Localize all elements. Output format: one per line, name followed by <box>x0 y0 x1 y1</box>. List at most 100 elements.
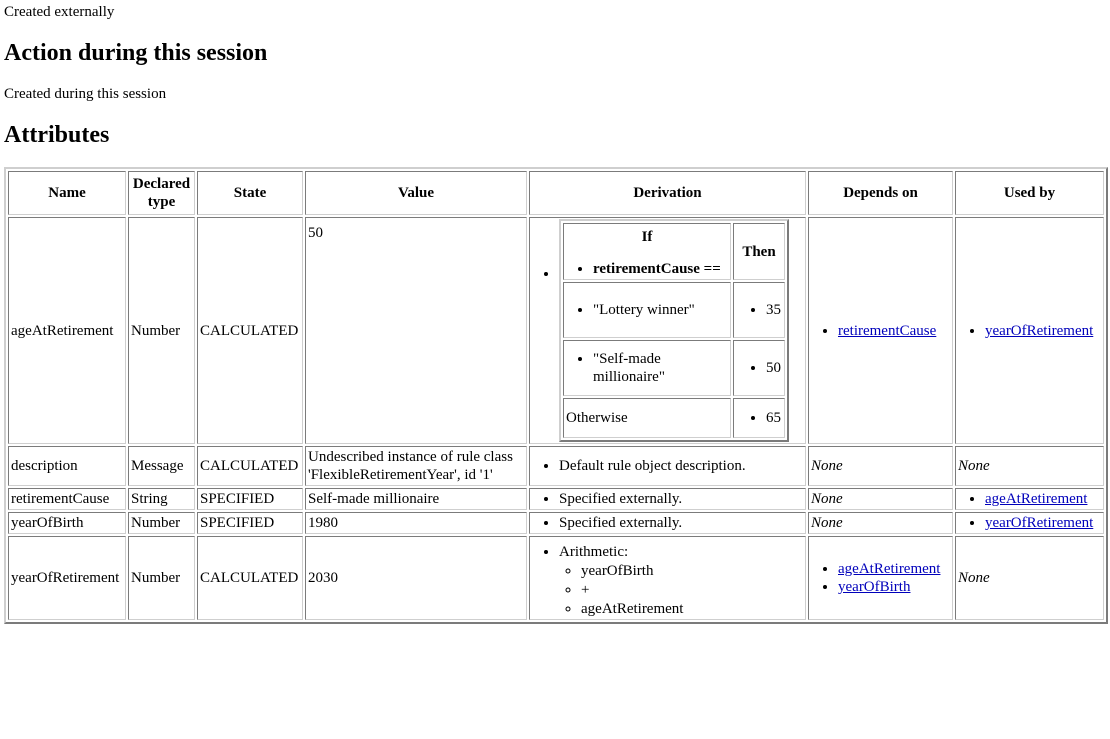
attribute-depends-on: ageAtRetirement yearOfBirth <box>808 536 953 621</box>
if-condition-list: retirementCause == <box>566 260 728 278</box>
depends-on-link[interactable]: yearOfBirth <box>838 579 910 595</box>
attribute-declared-type: Message <box>128 446 195 487</box>
used-by-list: yearOfRetirement <box>958 514 1101 532</box>
decision-table-header-row: If retirementCause == Then <box>563 223 785 281</box>
column-header-derivation: Derivation <box>529 171 806 216</box>
case-then-item: 35 <box>766 301 782 319</box>
table-row: retirementCause String SPECIFIED Self-ma… <box>8 488 1104 511</box>
list-item: ageAtRetirement <box>838 560 950 579</box>
list-item: retirementCause <box>838 322 950 340</box>
attribute-derivation: Specified externally. <box>529 512 806 535</box>
attribute-value: 2030 <box>305 536 527 621</box>
attribute-used-by: None <box>955 446 1104 487</box>
depends-on-link[interactable]: ageAtRetirement <box>838 561 940 577</box>
list-item: yearOfBirth <box>581 562 803 581</box>
then-header: Then <box>733 223 785 281</box>
attribute-depends-on: None <box>808 488 953 511</box>
attribute-used-by: yearOfRetirement <box>955 512 1104 535</box>
used-by-link[interactable]: yearOfRetirement <box>985 323 1093 339</box>
otherwise-then: 65 <box>733 398 785 439</box>
case-then-list: 50 <box>736 359 782 377</box>
attribute-name: retirementCause <box>8 488 126 511</box>
attribute-used-by: None <box>955 536 1104 621</box>
case-then: 35 <box>733 282 785 339</box>
table-row: yearOfRetirement Number CALCULATED 2030 … <box>8 536 1104 621</box>
list-item: ageAtRetirement <box>985 490 1101 508</box>
list-item: Default rule object description. <box>559 457 803 475</box>
if-condition-item: retirementCause == <box>593 260 728 278</box>
attribute-state: CALCULATED <box>197 446 303 487</box>
case-when-list: "Lottery winner" <box>566 301 728 319</box>
attribute-used-by: ageAtRetirement <box>955 488 1104 511</box>
attribute-declared-type: String <box>128 488 195 511</box>
attribute-depends-on: None <box>808 446 953 487</box>
attribute-value: Undescribed instance of rule class 'Flex… <box>305 446 527 487</box>
used-by-link[interactable]: ageAtRetirement <box>985 491 1087 507</box>
decision-table-case-row: "Lottery winner" 35 <box>563 282 785 339</box>
attribute-derivation: Specified externally. <box>529 488 806 511</box>
intro-text: Created externally <box>4 4 115 20</box>
decision-table-item: If retirementCause == Then <box>559 219 803 443</box>
attribute-state: SPECIFIED <box>197 512 303 535</box>
decision-table: If retirementCause == Then <box>559 219 789 443</box>
attribute-name: description <box>8 446 126 487</box>
attribute-derivation: Default rule object description. <box>529 446 806 487</box>
list-item: Arithmetic: yearOfBirth + ageAtRetiremen… <box>559 543 803 618</box>
attribute-name: ageAtRetirement <box>8 217 126 445</box>
column-header-depends-on: Depends on <box>808 171 953 216</box>
case-when-item: "Self-made millionaire" <box>593 350 728 386</box>
column-header-value: Value <box>305 171 527 216</box>
column-header-used-by: Used by <box>955 171 1104 216</box>
list-item: Specified externally. <box>559 490 803 508</box>
attribute-value: 1980 <box>305 512 527 535</box>
list-item: ageAtRetirement <box>581 600 803 619</box>
attribute-value: Self-made millionaire <box>305 488 527 511</box>
attributes-table: Name Declared type State Value Derivatio… <box>4 167 1108 625</box>
arithmetic-terms-list: yearOfBirth + ageAtRetirement <box>559 562 803 618</box>
derivation-list: If retirementCause == Then <box>532 219 803 443</box>
arithmetic-label: Arithmetic: <box>559 544 629 561</box>
depends-on-list: retirementCause <box>811 322 950 340</box>
list-item: yearOfRetirement <box>985 514 1101 532</box>
attribute-used-by: yearOfRetirement <box>955 217 1104 445</box>
decision-table-case-row: "Self-made millionaire" 50 <box>563 340 785 397</box>
derivation-list: Specified externally. <box>532 490 803 508</box>
case-then-list: 35 <box>736 301 782 319</box>
used-by-none: None <box>958 458 990 475</box>
list-item: yearOfBirth <box>838 578 950 597</box>
used-by-link[interactable]: yearOfRetirement <box>985 515 1093 531</box>
attribute-name: yearOfRetirement <box>8 536 126 621</box>
depends-on-none: None <box>811 458 843 475</box>
section-title-action: Action during this session <box>4 40 268 67</box>
column-header-declared-type: Declared type <box>128 171 195 216</box>
case-then: 50 <box>733 340 785 397</box>
attribute-depends-on: None <box>808 512 953 535</box>
if-header: If retirementCause == <box>563 223 731 281</box>
if-condition-text: retirementCause == <box>593 261 721 278</box>
attribute-derivation: If retirementCause == Then <box>529 217 806 445</box>
attribute-state: CALCULATED <box>197 217 303 445</box>
case-then-item: 50 <box>766 359 782 377</box>
list-item: Specified externally. <box>559 514 803 532</box>
case-when-list: "Self-made millionaire" <box>566 350 728 386</box>
column-header-state: State <box>197 171 303 216</box>
attribute-name: yearOfBirth <box>8 512 126 535</box>
case-when-item: "Lottery winner" <box>593 301 728 319</box>
page-title: Attributes <box>4 121 110 148</box>
table-row: yearOfBirth Number SPECIFIED 1980 Specif… <box>8 512 1104 535</box>
depends-on-none: None <box>811 491 843 508</box>
attribute-declared-type: Number <box>128 512 195 535</box>
attribute-value: 50 <box>305 217 527 445</box>
list-item: + <box>581 581 803 600</box>
list-item: yearOfRetirement <box>985 322 1101 340</box>
case-when: "Self-made millionaire" <box>563 340 731 397</box>
if-label: If <box>641 229 653 246</box>
depends-on-none: None <box>811 515 843 532</box>
attribute-declared-type: Number <box>128 536 195 621</box>
otherwise-label: Otherwise <box>563 398 731 439</box>
otherwise-then-list: 65 <box>736 409 782 427</box>
attribute-state: CALCULATED <box>197 536 303 621</box>
depends-on-link[interactable]: retirementCause <box>838 323 936 339</box>
derivation-list: Specified externally. <box>532 514 803 532</box>
derivation-list: Default rule object description. <box>532 457 803 475</box>
